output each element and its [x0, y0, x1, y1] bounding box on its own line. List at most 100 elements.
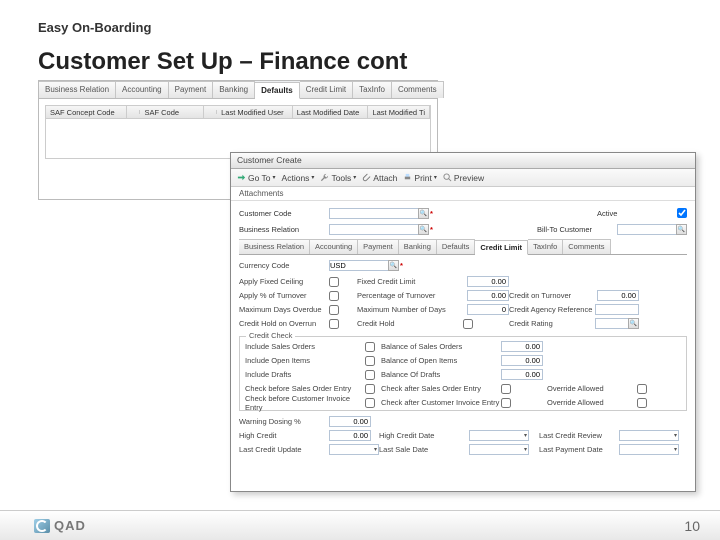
include-drafts-checkbox[interactable] — [365, 370, 375, 380]
col-last-time[interactable]: Last Modified Ti — [368, 106, 430, 119]
toolbar-preview[interactable]: Preview — [443, 173, 484, 183]
high-credit-date-label: High Credit Date — [379, 429, 469, 442]
max-num-days-input[interactable] — [467, 304, 509, 315]
back-tabs: Business Relation Accounting Payment Ban… — [39, 81, 437, 99]
include-sales-orders-label: Include Sales Orders — [245, 340, 365, 353]
include-open-items-label: Include Open Items — [245, 354, 365, 367]
credit-hold-overrun-checkbox[interactable] — [329, 319, 339, 329]
col-saf-code[interactable]: SAF Code — [140, 106, 203, 119]
toolbar-attach[interactable]: Attach — [362, 173, 397, 183]
override-allowed-2-checkbox[interactable] — [637, 398, 647, 408]
itab-banking[interactable]: Banking — [399, 239, 437, 254]
fixed-credit-limit-input[interactable] — [467, 276, 509, 287]
col-last-date[interactable]: Last Modified Date — [293, 106, 369, 119]
window-title: Customer Create — [231, 153, 695, 169]
lookup-icon[interactable]: 🔍 — [418, 208, 429, 219]
check-after-inv-checkbox[interactable] — [501, 398, 511, 408]
logo-mark-icon — [34, 519, 50, 533]
toolbar-print-label: Print — [414, 173, 431, 183]
lookup-icon[interactable]: 🔍 — [676, 224, 687, 235]
pct-turnover-input[interactable] — [467, 290, 509, 301]
attachments-bar[interactable]: Attachments — [231, 187, 695, 201]
max-num-days-label: Maximum Number of Days — [357, 303, 463, 316]
active-checkbox[interactable] — [677, 208, 687, 218]
credit-rating-label: Credit Rating — [509, 317, 593, 330]
customer-code-label: Customer Code — [239, 209, 329, 218]
high-credit-input[interactable] — [329, 430, 371, 441]
lookup-icon[interactable]: 🔍 — [388, 260, 399, 271]
tab-payment[interactable]: Payment — [169, 81, 214, 98]
col-sep2 — [204, 110, 217, 114]
arrow-right-icon — [237, 173, 246, 182]
include-sales-orders-checkbox[interactable] — [365, 342, 375, 352]
credit-rating-input[interactable] — [595, 318, 629, 329]
required-marker: * — [400, 261, 403, 270]
last-sale-date-picker[interactable] — [469, 444, 529, 455]
col-last-user[interactable]: Last Modified User — [217, 106, 293, 119]
itab-accounting[interactable]: Accounting — [310, 239, 358, 254]
tab-taxinfo-back[interactable]: TaxInfo — [353, 81, 392, 98]
max-days-overdue-checkbox[interactable] — [329, 305, 339, 315]
tab-comments-back[interactable]: Comments — [392, 81, 444, 98]
tab-business-relation[interactable]: Business Relation — [39, 81, 116, 98]
bill-to-label: Bill-To Customer — [537, 225, 617, 234]
col-saf-concept[interactable]: SAF Concept Code — [46, 106, 127, 119]
balance-drafts-label: Balance Of Drafts — [381, 368, 501, 381]
itab-comments[interactable]: Comments — [563, 239, 610, 254]
itab-payment[interactable]: Payment — [358, 239, 399, 254]
include-open-items-checkbox[interactable] — [365, 356, 375, 366]
toolbar-tools[interactable]: Tools▾ — [320, 173, 356, 183]
toolbar-actions[interactable]: Actions▾ — [282, 173, 315, 183]
last-sale-date-label: Last Sale Date — [379, 443, 469, 456]
wrench-icon — [320, 173, 329, 182]
page-number: 10 — [684, 518, 700, 534]
credit-on-turnover-label: Credit on Turnover — [509, 289, 593, 302]
apply-fixed-ceiling-checkbox[interactable] — [329, 277, 339, 287]
customer-code-input[interactable] — [329, 208, 419, 219]
last-credit-review-picker[interactable] — [619, 430, 679, 441]
fixed-credit-limit-label: Fixed Credit Limit — [357, 275, 463, 288]
itab-defaults[interactable]: Defaults — [437, 239, 476, 254]
toolbar-print[interactable]: Print▾ — [403, 173, 437, 183]
itab-credit-limit[interactable]: Credit Limit — [475, 240, 528, 255]
toolbar-preview-label: Preview — [454, 173, 484, 183]
toolbar: Go To▾ Actions▾ Tools▾ Attach Print▾ — [231, 169, 695, 187]
toolbar-attach-label: Attach — [373, 173, 397, 183]
credit-agency-ref-input[interactable] — [595, 304, 639, 315]
currency-code-input[interactable] — [329, 260, 389, 271]
balance-sales-orders-label: Balance of Sales Orders — [381, 340, 501, 353]
brand-logo: QAD — [34, 518, 86, 533]
itab-taxinfo[interactable]: TaxInfo — [528, 239, 563, 254]
credit-on-turnover-input[interactable] — [597, 290, 639, 301]
check-before-so-checkbox[interactable] — [365, 384, 375, 394]
credit-hold-overrun-label: Credit Hold on Overrun — [239, 317, 329, 330]
paperclip-icon — [362, 173, 371, 182]
apply-pct-turnover-checkbox[interactable] — [329, 291, 339, 301]
toolbar-goto[interactable]: Go To▾ — [237, 173, 276, 183]
balance-drafts-value — [501, 369, 543, 380]
check-before-inv-checkbox[interactable] — [365, 398, 375, 408]
check-after-so-checkbox[interactable] — [501, 384, 511, 394]
tab-defaults[interactable]: Defaults — [255, 82, 300, 99]
bill-to-input[interactable] — [617, 224, 677, 235]
credit-check-groupbox: Credit Check — [246, 331, 295, 340]
warning-dosing-input[interactable] — [329, 416, 371, 427]
high-credit-date-picker[interactable] — [469, 430, 529, 441]
toolbar-actions-label: Actions — [282, 173, 310, 183]
tab-credit-limit-back[interactable]: Credit Limit — [300, 81, 353, 98]
last-credit-update-label: Last Credit Update — [239, 443, 329, 456]
lookup-icon[interactable]: 🔍 — [628, 318, 639, 329]
high-credit-label: High Credit — [239, 429, 329, 442]
override-allowed-1-checkbox[interactable] — [637, 384, 647, 394]
toolbar-tools-label: Tools — [331, 173, 351, 183]
tab-banking[interactable]: Banking — [213, 81, 255, 98]
itab-business-relation[interactable]: Business Relation — [239, 239, 310, 254]
credit-hold-checkbox[interactable] — [463, 319, 473, 329]
tab-accounting[interactable]: Accounting — [116, 81, 169, 98]
last-credit-update-picker[interactable] — [329, 444, 379, 455]
business-relation-input[interactable] — [329, 224, 419, 235]
lookup-icon[interactable]: 🔍 — [418, 224, 429, 235]
business-relation-label: Business Relation — [239, 225, 329, 234]
last-payment-date-picker[interactable] — [619, 444, 679, 455]
required-marker: * — [430, 225, 433, 234]
